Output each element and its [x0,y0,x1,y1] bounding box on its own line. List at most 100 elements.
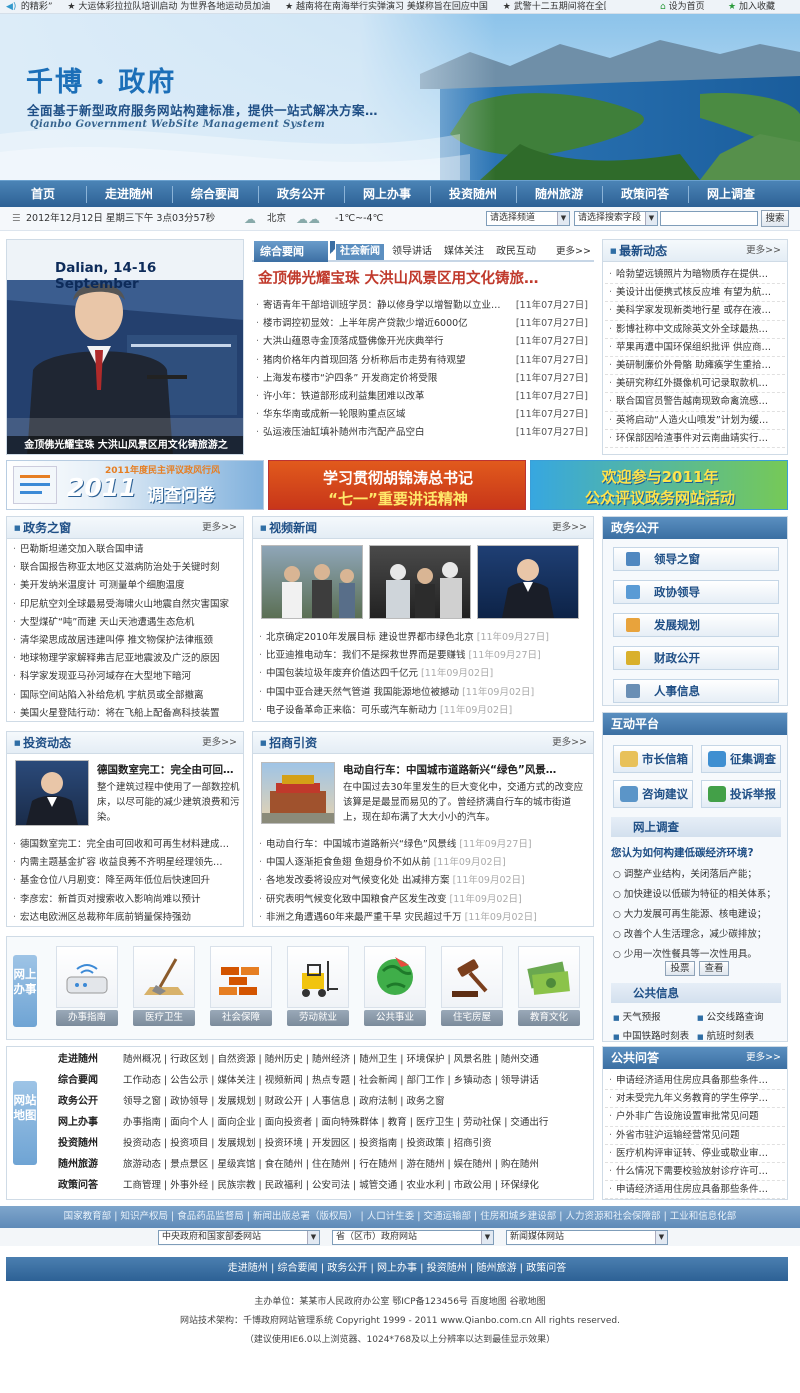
list-item[interactable]: 联合国官员警告越南现致命禽流感… [605,393,785,412]
leader-window-button[interactable]: 领导之窗 [613,547,779,571]
list-item[interactable]: 猪肉价格年内首现回落 分析称后市走势有待观望[11年07月27日] [252,351,592,370]
list-item[interactable]: 基金仓位八月剧变：降至两年低位后快速回升 [9,872,241,890]
central-gov-select[interactable]: 中央政府和国家部委网站 ▼ [158,1230,320,1245]
nav-item[interactable]: 随州旅游 [516,181,602,208]
personnel-info-button[interactable]: 人事信息 [613,679,779,703]
nav-item[interactable]: 政策问答 [602,181,688,208]
train-schedule-link[interactable]: ■ 中国铁路时刻表 [613,1028,689,1042]
partner-link[interactable]: 食品药品监督局 [177,1211,244,1222]
list-item[interactable]: 楼市调控初显效：上半年房产贷款少增近6000亿[11年07月27日] [252,315,592,333]
list-item[interactable]: 美国火星登陆行动：将在飞船上配备高科技装置 [9,705,241,723]
qa-more-link[interactable]: 更多>> [746,1047,781,1069]
nav-item[interactable]: 网上办事 [344,181,430,208]
channel-select[interactable]: 请选择频道 ▼ [486,211,570,226]
footer-nav-item[interactable]: 随州旅游 [476,1263,516,1274]
ticker-item[interactable]: 的精彩” [21,2,53,12]
service-education[interactable]: 教育文化 [518,946,580,1028]
gov-window-more-link[interactable]: 更多>> [202,517,237,539]
list-item[interactable]: 研究表明气候变化致中国粮食产区发生改变 [11年09月02日] [255,891,591,909]
list-item[interactable]: 电子设备革命正来临：可乐或汽车新动力 [11年09月02日] [255,702,591,720]
nav-item[interactable]: 投资随州 [430,181,516,208]
tab-public-interaction[interactable]: 政民互动 [496,241,536,262]
list-item[interactable]: 上海发布楼市“沪四条” 开发商定价将受限[11年07月27日] [252,369,592,388]
list-item[interactable]: 环保部因哈渣事件对云南曲靖实行… [605,430,785,448]
list-item[interactable]: 中国包装垃圾年废弃价值达四千亿元 [11年09月02日] [255,665,591,683]
survey-option[interactable]: ○ 调整产业结构，关闭落后产能； [613,865,789,885]
list-item[interactable]: 美设计出便携式核反应堆 有望为航… [605,284,785,303]
radio-icon[interactable]: ○ [613,890,621,900]
media-site-select[interactable]: 新闻媒体网站 ▼ [506,1230,668,1245]
partner-link[interactable]: 新闻出版总署（版权局） [253,1211,358,1222]
list-item[interactable]: 对未受完九年义务教育的学生停学… [605,1090,785,1109]
complaint-button[interactable]: 投诉举报 [701,780,781,808]
invest-more-link[interactable]: 更多>> [202,732,237,754]
bus-route-link[interactable]: ■ 公交线路查询 [697,1009,764,1023]
survey-collect-button[interactable]: 征集调查 [701,745,781,773]
mayor-mailbox-button[interactable]: 市长信箱 [613,745,693,773]
service-social-security[interactable]: 社会保障 [210,946,272,1028]
list-item[interactable]: 寄语青年干部培训班学员：静以修身学以增智勤以立业…[11年07月27日] [252,297,592,315]
tab-media-focus[interactable]: 媒体关注 [444,241,484,262]
list-item[interactable]: 户外非广告设施设置审批常见问题 [605,1108,785,1127]
development-plan-button[interactable]: 发展规划 [613,613,779,637]
invest-feature-title[interactable]: 德国数室完工：完全由可回… [97,762,234,777]
list-item[interactable]: 英将启动“人造火山喷发”计划为缓… [605,412,785,430]
list-item[interactable]: 北京确定2010年发展目标 建设世界都市绿色北京 [11年09月27日] [255,629,591,647]
ticker-item[interactable]: ★ 越南将在南海举行实弹演习 美媒称旨在回应中国 [285,2,488,12]
weather-link[interactable]: ■ 天气预报 [613,1009,661,1023]
flight-schedule-link[interactable]: ■ 航班时刻表 [697,1028,754,1042]
nav-item[interactable]: 走进随州 [86,181,172,208]
nav-item[interactable]: 政务公开 [258,181,344,208]
evaluation-banner[interactable]: 欢迎参与2011年 公众评议政务网站活动 [530,460,788,510]
site-logo-title[interactable]: 千博 · 政府 [26,60,176,99]
list-item[interactable]: 苹果再遭中国环保组织批评 供应商… [605,339,785,357]
search-button[interactable]: 搜索 [761,210,789,227]
invite-feature-title[interactable]: 电动自行车：中国城市道路新兴“绿色”风景… [343,762,556,777]
list-item[interactable]: 各地发改委将设应对气候变化处 出减排方案 [11年09月02日] [255,872,591,890]
partner-link[interactable]: 住房和城乡建设部 [480,1211,556,1222]
photo-caption[interactable]: 金顶佛光耀宝珠 大洪山风景区用文化铸旅游之 [7,436,243,454]
survey-option[interactable]: ○ 大力发展可再生能源、核电建设； [613,905,789,925]
survey-option[interactable]: ○ 加快建设以低碳为特征的相关体系； [613,885,789,905]
radio-icon[interactable]: ○ [613,930,621,940]
list-item[interactable]: 申请经济适用住房应具备那些条件… [605,1072,785,1091]
list-item[interactable]: 大型煤矿“吨”而建 天山天池遭遇生态危机 [9,614,241,632]
list-item[interactable]: 印尼航空刘全球最易受海啸火山地震自然灾害国家 [9,596,241,614]
cppcc-leader-button[interactable]: 政协领导 [613,580,779,604]
video-thumbnail[interactable] [477,545,579,619]
list-item[interactable]: 中国中亚合建天然气管道 我国能源地位被撼动 [11年09月02日] [255,684,591,702]
service-medical[interactable]: 医疗卫生 [133,946,195,1028]
nav-item[interactable]: 综合要闻 [172,181,258,208]
set-home-link[interactable]: ⌂ 设为首页 [660,0,705,13]
partner-link[interactable]: 国家教育部 [64,1211,112,1222]
invite-more-link[interactable]: 更多>> [552,732,587,754]
service-employment[interactable]: 劳动就业 [287,946,349,1028]
list-item[interactable]: 德国数室完工：完全由可回收和可再生材料建成… [9,836,241,854]
list-item[interactable]: 内需主题基金扩容 收益良莠不齐明星经理领先… [9,854,241,872]
list-item[interactable]: 哈勃望远镜照片为暗物质存在提供… [605,266,785,285]
partner-link[interactable]: 知识产权局 [120,1211,168,1222]
partner-link[interactable]: 人口计生委 [367,1211,415,1222]
list-item[interactable]: 联合国报告称亚太地区艾滋病防治处于关键时刻 [9,559,241,577]
list-item[interactable]: 宏达电欧洲区总裁称年底前销量保持强劲 [9,909,241,927]
service-public-affairs[interactable]: 公共事业 [364,946,426,1028]
video-news-more-link[interactable]: 更多>> [552,517,587,539]
list-item[interactable]: 什么情况下需要校验放射诊疗许可… [605,1163,785,1182]
sponsor-line[interactable]: 主办单位：某某市人民政府办公室 鄂ICP备123456号 百度地图 谷歌地图 [0,1293,800,1312]
list-item[interactable]: 电动自行车：中国城市道路新兴“绿色”风景线 [11年09月27日] [255,836,591,854]
footer-nav-item[interactable]: 政策问答 [526,1263,566,1274]
nav-item[interactable]: 网上调查 [688,181,774,208]
list-item[interactable]: 中国人逐渐拒食鱼翅 鱼翅身价不如从前 [11年09月02日] [255,854,591,872]
list-item[interactable]: 华东华南或成新一轮限购重点区域[11年07月27日] [252,406,592,424]
ticker-item[interactable]: ★ 大运体彩拉拉队培训启动 为世界各地运动员加油 [67,2,270,12]
list-item[interactable]: 弘运液压油缸填补随州市汽配产品空白[11年07月27日] [252,424,592,443]
add-favorite-link[interactable]: ★ 加入收藏 [728,0,775,13]
radio-icon[interactable]: ○ [613,910,621,920]
partner-link[interactable]: 人力资源和社会保障部 [566,1211,661,1222]
tab-general-news[interactable]: 综合要闻 [254,241,328,262]
list-item[interactable]: 美研究称红外摄像机可记录取款机… [605,375,785,394]
headline-photo[interactable]: Dalian, 14-16 September 金顶佛光耀宝珠 大洪山风景区用文… [6,239,244,455]
ticker-item[interactable]: ★ 武警十二五期间将在全国 [503,2,606,12]
invite-thumbnail[interactable] [261,762,335,824]
list-item[interactable]: 大洪山蕴恩寺金顶落成暨佛像开光庆典举行[11年07月27日] [252,333,592,352]
